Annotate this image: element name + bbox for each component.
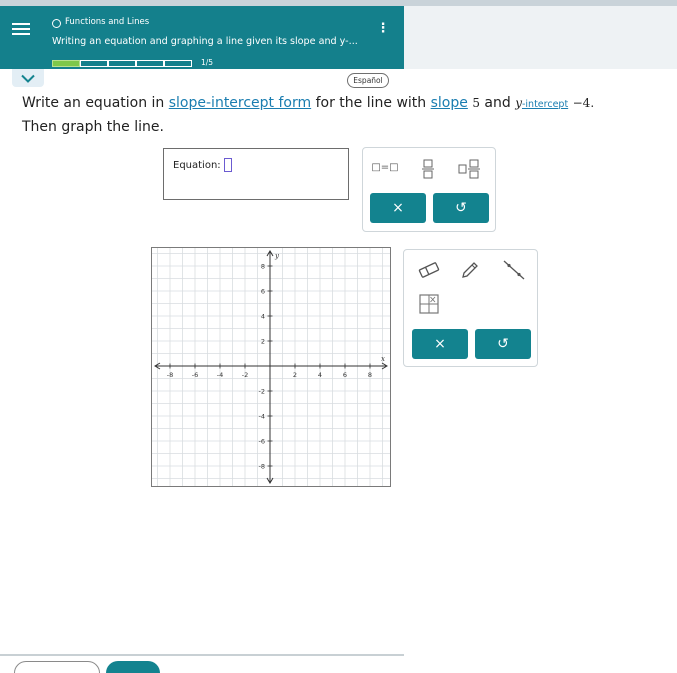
table-icon [419,294,439,314]
eraser-icon [418,262,440,278]
y-tick-label: -6 [259,438,265,446]
chevron-down-icon [21,74,35,83]
question-line2: Then graph the line. [22,119,164,135]
x-tick-label: 8 [368,371,372,379]
clear-button[interactable]: × [370,193,426,223]
eraser-tool-button[interactable] [411,253,447,287]
lesson-header: Functions and Lines Writing an equation … [0,6,404,69]
x-tick-label: 4 [318,371,322,379]
fraction-button[interactable] [416,159,440,181]
lesson-title: Writing an equation and graphing a line … [52,36,358,47]
equals-template-button[interactable]: □=□ [369,162,401,178]
intercept-value: −4. [572,96,595,110]
equation-box: Equation: [163,148,349,200]
footer-button-secondary[interactable] [14,661,100,673]
table-tool-button[interactable] [411,287,447,321]
x-tick-label: -2 [242,371,248,379]
slope-intercept-form-link[interactable]: slope-intercept form [169,95,311,111]
topic-status-icon [52,19,61,28]
menu-icon[interactable] [10,20,32,40]
x-axis-label: x [381,355,385,363]
question-part2: for the line with [311,95,431,111]
y-tick-label: 6 [261,288,265,296]
pencil-icon [462,262,478,278]
progress-segment [108,60,136,67]
graph-undo-button[interactable]: ↺ [475,329,531,359]
footer-divider [0,654,404,656]
y-tick-label: 8 [261,263,265,271]
progress-segment [80,60,108,67]
y-tick-label: -4 [259,413,265,421]
more-options-icon[interactable]: ⋮ [375,19,391,37]
question-part3: and [479,95,516,111]
mixed-number-icon [458,159,480,179]
mixed-number-button[interactable] [455,159,485,181]
pencil-tool-button[interactable] [452,253,488,287]
progress-segment [164,60,192,67]
equation-input[interactable] [224,158,232,172]
y-tick-label: -2 [259,388,265,396]
line-tool-button[interactable] [496,253,532,287]
collapse-button[interactable] [12,69,44,87]
graph-clear-button[interactable]: × [412,329,468,359]
undo-button[interactable]: ↺ [433,193,489,223]
question-part1: Write an equation in [22,95,169,111]
fraction-icon [422,159,434,179]
y-tick-label: -8 [259,463,265,471]
progress-segment [136,60,164,67]
topic-title: Functions and Lines [65,17,150,27]
slope-value: 5 [472,96,480,110]
graph-canvas[interactable]: -8 -6 -4 -2 2 4 6 88642-2-4-6-8xy [152,248,390,486]
page-root: Functions and Lines Writing an equation … [0,0,677,673]
line-tool-icon [503,260,525,280]
slope-link[interactable]: slope [431,95,468,111]
equation-label: Equation: [173,160,221,171]
x-tick-label: -6 [192,371,198,379]
x-tick-label: 2 [293,371,297,379]
y-tick-label: 4 [261,313,265,321]
progress-count: 1/5 [201,58,214,67]
equation-palette: □=□ × ↺ [362,147,496,232]
question-text: Write an equation in slope-intercept for… [22,92,672,138]
graph-tool-palette: × ↺ [403,249,538,367]
x-tick-label: -8 [167,371,173,379]
intercept-link[interactable]: -intercept [522,99,568,110]
progress-segment [52,60,80,67]
header-right-area [404,6,677,69]
progress-bar [52,60,192,68]
espanol-button[interactable]: Español [347,73,389,88]
coordinate-graph[interactable]: -8 -6 -4 -2 2 4 6 8 8 6 4 2 -2 -4 -6 -8 x y [151,247,391,487]
x-tick-label: 6 [343,371,347,379]
y-letter: y [515,96,522,110]
footer-button-primary[interactable] [106,661,160,673]
x-tick-label: -4 [217,371,223,379]
y-tick-label: 2 [261,338,265,346]
